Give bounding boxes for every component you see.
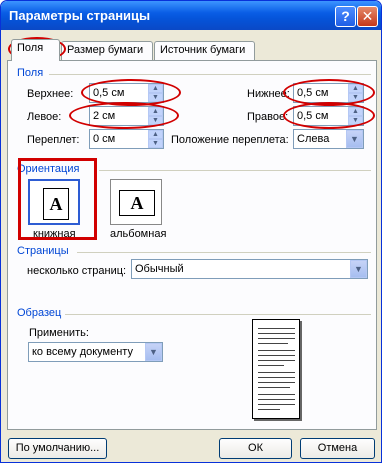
left-margin-spinner[interactable]: 2 см ▲ ▼	[89, 106, 164, 126]
preview-line	[258, 343, 288, 344]
spin-up-icon[interactable]: ▲	[148, 130, 163, 139]
group-divider	[65, 314, 371, 315]
preview-line	[258, 387, 290, 388]
close-button[interactable]: ✕	[357, 6, 378, 27]
gutter-spinner[interactable]: 0 см ▲ ▼	[89, 129, 164, 149]
group-divider	[49, 74, 371, 75]
top-margin-value: 0,5 см	[93, 87, 125, 99]
preview-line	[258, 377, 295, 378]
bottom-margin-value: 0,5 см	[297, 87, 329, 99]
landscape-label: альбомная	[110, 228, 167, 240]
gutter-value: 0 см	[93, 133, 116, 145]
right-margin-value: 0,5 см	[297, 110, 329, 122]
chevron-down-icon[interactable]: ▼	[350, 260, 367, 278]
apply-to-select[interactable]: ко всему документу ▼	[28, 342, 163, 362]
top-margin-spinner[interactable]: 0,5 см ▲ ▼	[89, 83, 164, 103]
spin-down-icon[interactable]: ▼	[348, 93, 363, 102]
preview-line	[258, 404, 295, 405]
spin-up-icon[interactable]: ▲	[348, 107, 363, 116]
left-margin-value: 2 см	[93, 110, 116, 122]
right-margin-label: Правое:	[247, 111, 289, 123]
portrait-page-icon: A	[43, 188, 69, 220]
spin-down-icon[interactable]: ▼	[348, 116, 363, 125]
preview-line	[258, 333, 295, 334]
group-divider	[99, 170, 371, 171]
preview-line	[258, 328, 295, 329]
tab-label: Источник бумаги	[160, 44, 246, 56]
multiple-pages-label: несколько страниц:	[27, 265, 127, 277]
preview-line	[258, 382, 295, 383]
gutter-label: Переплет:	[27, 134, 80, 146]
tab-paper-size[interactable]: Размер бумаги	[61, 41, 153, 60]
multiple-pages-select[interactable]: Обычный ▼	[131, 259, 368, 279]
title-bar: Параметры страницы ? ✕	[1, 1, 381, 30]
multiple-pages-value: Обычный	[135, 263, 184, 275]
tab-paper-source[interactable]: Источник бумаги	[154, 41, 255, 60]
chevron-down-icon[interactable]: ▼	[346, 130, 363, 148]
spin-down-icon[interactable]: ▼	[148, 93, 163, 102]
page-preview	[252, 319, 300, 419]
cancel-button[interactable]: Отмена	[300, 438, 375, 459]
window-title: Параметры страницы	[9, 8, 151, 23]
default-button[interactable]: По умолчанию...	[8, 438, 107, 459]
gutter-position-label: Положение переплета:	[171, 134, 289, 146]
preview-line	[258, 409, 280, 410]
preview-line	[258, 338, 295, 339]
portrait-button[interactable]: A	[28, 179, 80, 225]
spin-up-icon[interactable]: ▲	[148, 84, 163, 93]
spin-up-icon[interactable]: ▲	[348, 84, 363, 93]
gutter-position-select[interactable]: Слева ▼	[293, 129, 364, 149]
right-margin-spinner[interactable]: 0,5 см ▲ ▼	[293, 106, 364, 126]
orientation-group-label: Ориентация	[17, 163, 80, 175]
preview-group-label: Образец	[17, 307, 62, 319]
preview-line	[258, 350, 295, 351]
preview-line	[258, 399, 295, 400]
left-margin-label: Левое:	[27, 111, 62, 123]
page-setup-dialog: Параметры страницы ? ✕ Поля Размер бумаг…	[0, 0, 382, 463]
help-button[interactable]: ?	[335, 6, 356, 27]
preview-line	[258, 394, 295, 395]
landscape-button[interactable]: A	[110, 179, 162, 225]
pages-group-label: Страницы	[17, 245, 69, 257]
margins-group-label: Поля	[17, 67, 44, 79]
preview-line	[258, 360, 295, 361]
bottom-margin-spinner[interactable]: 0,5 см ▲ ▼	[293, 83, 364, 103]
portrait-label: книжная	[33, 228, 76, 240]
tab-label: Размер бумаги	[67, 44, 144, 56]
gutter-position-value: Слева	[297, 133, 330, 145]
apply-to-value: ко всему документу	[32, 346, 133, 358]
preview-line	[258, 365, 284, 366]
preview-line	[258, 372, 295, 373]
tab-margins[interactable]: Поля	[11, 39, 60, 61]
landscape-page-icon: A	[119, 190, 155, 216]
group-divider	[77, 252, 371, 253]
ok-button[interactable]: ОК	[219, 438, 292, 459]
apply-to-label: Применить:	[29, 327, 89, 339]
tab-label: Поля	[17, 42, 44, 54]
spin-up-icon[interactable]: ▲	[148, 107, 163, 116]
chevron-down-icon[interactable]: ▼	[145, 343, 162, 361]
top-margin-label: Верхнее:	[27, 88, 74, 100]
bottom-margin-label: Нижнее:	[247, 88, 290, 100]
spin-down-icon[interactable]: ▼	[148, 139, 163, 148]
spin-down-icon[interactable]: ▼	[148, 116, 163, 125]
preview-line	[258, 355, 295, 356]
